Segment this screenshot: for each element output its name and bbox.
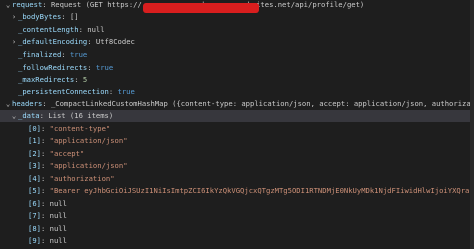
tree-row[interactable]: [9]: null [0,235,474,247]
tree-separator: : [40,211,50,220]
chevron-down-icon[interactable]: ⌄ [4,98,12,110]
tree-key: [0] [28,124,41,133]
tree-key: _bodyBytes [18,12,62,21]
tree-separator: : [42,0,51,9]
tree-separator: : [40,174,50,183]
tree-separator: : [40,149,50,158]
tree-value: null [49,224,67,233]
tree-value: "accept" [49,149,85,158]
tree-value: "application/json" [49,136,128,145]
tree-separator: : [87,37,96,46]
tree-value: [] [69,12,79,21]
tree-row[interactable]: [0]: "content-type" [0,123,474,135]
tree-value: null [49,211,67,220]
chevron-down-icon[interactable]: ⌄ [10,110,18,122]
tree-row[interactable]: [8]: null [0,223,474,235]
tree-value: true [117,87,135,96]
redaction-mark [143,3,259,13]
tree-row[interactable]: [3]: "application/json" [0,160,474,172]
tree-separator: : [108,87,118,96]
tree-key: _followRedirects [18,63,88,72]
tree-key: [8] [28,224,41,233]
vertical-scrollbar[interactable] [470,0,474,249]
tree-separator: : [40,161,50,170]
tree-separator: : [74,75,83,84]
tree-key: [2] [28,149,41,158]
tree-row[interactable]: _contentLength: null [0,24,474,36]
tree-row[interactable]: _persistentConnection: true [0,86,474,98]
tree-value: null [49,236,67,245]
tree-separator: : [39,111,49,120]
tree-separator: : [61,12,70,21]
tree-separator: : [40,199,50,208]
tree-value: "content-type" [49,124,111,133]
tree-key: [4] [28,174,41,183]
tree-key: _persistentConnection [18,87,109,96]
tree-key: _contentLength [18,25,79,34]
tree-key: _defaultEncoding [18,37,88,46]
tree-value: true [95,63,114,72]
tree-row[interactable]: [1]: "application/json" [0,135,474,147]
tree-key: _finalized [18,50,62,59]
tree-key: [5] [28,186,41,195]
tree-key: headers [12,99,43,108]
chevron-right-icon[interactable]: › [10,36,18,48]
tree-value: 5 [82,75,88,84]
tree-value: Request (GET https:// [50,0,142,9]
tree-row[interactable]: [4]: "authorization" [0,173,474,185]
tree-value: null [87,25,105,34]
chevron-down-icon[interactable]: ⌄ [4,0,12,11]
tree-separator: : [40,124,50,133]
tree-separator: : [61,50,70,59]
tree-value: "authorization" [49,174,115,183]
tree-row[interactable]: [5]: "Bearer eyJhbGciOiJSUzI1NiIsImtpZCI… [0,185,474,197]
tree-separator: : [40,136,50,145]
tree-key: _maxRedirects [18,75,75,84]
tree-value: List (16 items) [48,111,114,120]
tree-key: _data [18,111,40,120]
tree-row[interactable]: _followRedirects: true [0,62,474,74]
tree-value: null [49,199,67,208]
tree-row[interactable]: _maxRedirects: 5 [0,74,474,86]
tree-key: [9] [28,236,41,245]
tree-separator: : [40,224,50,233]
tree-key: [7] [28,211,41,220]
tree-separator: : [40,186,50,195]
tree-value: true [69,50,88,59]
tree-value: "application/json" [49,161,128,170]
tree-row[interactable]: [7]: null [0,210,474,222]
tree-separator: : [87,63,96,72]
tree-key: [3] [28,161,41,170]
tree-value: _CompactLinkedCustomHashMap ({content-ty… [50,99,474,108]
tree-row[interactable]: _finalized: true [0,49,474,61]
chevron-right-icon[interactable]: › [10,11,18,23]
tree-key: [1] [28,136,41,145]
tree-key: request [12,0,43,9]
tree-value: "Bearer eyJhbGciOiJSUzI1NiIsImtpZCI6IkYz… [49,186,474,195]
tree-row[interactable]: [6]: null [0,198,474,210]
tree-value: Utf8Codec [95,37,135,46]
tree-separator: : [78,25,88,34]
tree-separator: : [42,99,51,108]
tree-separator: : [40,236,50,245]
tree-row[interactable]: ⌄ headers: _CompactLinkedCustomHashMap ({… [0,98,474,110]
tree-row[interactable]: › _defaultEncoding: Utf8Codec [0,36,474,48]
tree-row[interactable]: ⌄ _data: List (16 items) [0,110,474,122]
tree-row[interactable]: [2]: "accept" [0,148,474,160]
tree-key: [6] [28,199,41,208]
